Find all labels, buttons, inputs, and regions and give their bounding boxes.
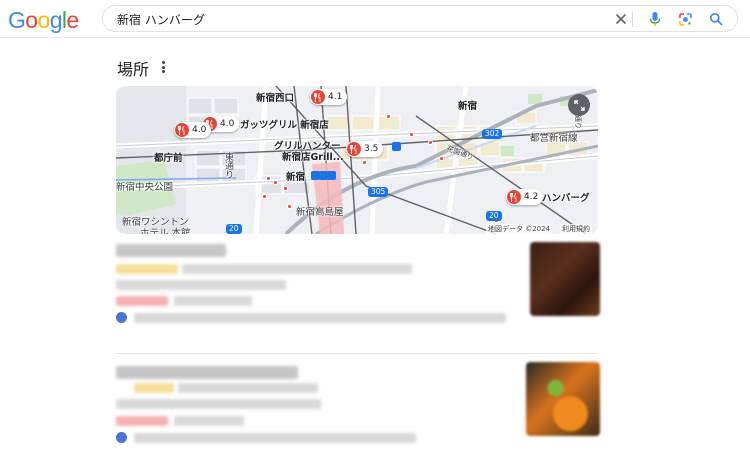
map-dot[interactable] xyxy=(266,176,271,181)
logo-letter: G xyxy=(8,7,26,33)
redacted-text xyxy=(116,399,321,409)
place-result[interactable] xyxy=(116,240,606,330)
map-label: ハンバーグ xyxy=(542,193,590,204)
place-thumbnail[interactable] xyxy=(526,362,600,436)
restaurant-pin[interactable]: 3.5 xyxy=(346,141,384,157)
map-label: 都庁前 xyxy=(154,153,183,164)
redacted-text xyxy=(134,313,506,323)
restaurant-icon xyxy=(507,190,521,204)
place-thumbnail[interactable] xyxy=(530,242,600,316)
restaurant-icon xyxy=(347,142,361,156)
map-dot[interactable] xyxy=(386,114,391,119)
route-badge: 305 xyxy=(368,187,389,197)
fullscreen-icon[interactable] xyxy=(568,94,590,116)
map-terms-link[interactable]: 利用規約 xyxy=(560,224,592,234)
restaurant-pin[interactable]: 4.0 xyxy=(174,122,212,138)
logo-letter: o xyxy=(25,7,38,33)
close-icon[interactable] xyxy=(612,10,630,28)
pin-rating: 4.2 xyxy=(524,192,539,202)
route-badge: 20 xyxy=(226,224,242,234)
more-vert-icon[interactable] xyxy=(158,60,168,74)
logo-letter: o xyxy=(37,7,51,33)
map-dot[interactable] xyxy=(287,204,292,209)
place-result[interactable] xyxy=(116,362,606,452)
redacted-text xyxy=(174,416,244,426)
pin-rating: 4.0 xyxy=(220,119,235,129)
google-logo[interactable]: Google xyxy=(8,7,79,34)
logo-letter: e xyxy=(66,7,79,33)
map-label: ホテル 本館 xyxy=(140,228,191,234)
search-input[interactable]: 新宿 ハンバーグ xyxy=(117,11,205,28)
map-dot[interactable] xyxy=(428,140,433,145)
redacted-text xyxy=(116,280,286,290)
map-label: 新宿中央公園 xyxy=(116,182,174,193)
places-map[interactable]: 新宿西口 新宿 ガッツグリル 新宿店 グリルハンター 新宿店Grill... 都… xyxy=(116,86,598,234)
map-label: ガッツグリル 新宿店 xyxy=(240,120,329,131)
result-divider xyxy=(116,353,598,354)
restaurant-pin[interactable]: 4.1 xyxy=(310,89,348,105)
search-header: Google 新宿 ハンバーグ xyxy=(0,0,750,38)
redacted-text xyxy=(116,244,226,257)
map-canvas xyxy=(116,86,598,234)
map-attribution: 地図データ ©2024 xyxy=(486,224,553,234)
redacted-text xyxy=(134,433,416,443)
redacted-text xyxy=(178,383,318,393)
pin-rating: 4.1 xyxy=(328,92,343,102)
restaurant-icon xyxy=(311,90,325,104)
map-label: 新宿店Grill... xyxy=(282,152,344,163)
lens-icon[interactable] xyxy=(676,10,694,28)
redacted-text xyxy=(116,366,298,379)
logo-letter: g xyxy=(49,7,63,33)
redacted-text xyxy=(134,383,174,393)
map-dot[interactable] xyxy=(283,186,288,191)
redacted-text xyxy=(174,296,252,306)
map-dot[interactable] xyxy=(262,194,267,199)
redacted-text xyxy=(116,296,168,306)
map-label: 新宿西口 xyxy=(256,93,295,104)
places-title: 場所 xyxy=(117,60,150,79)
route-badge: 302 xyxy=(482,129,503,139)
site-favicon xyxy=(116,432,127,443)
redacted-text xyxy=(182,264,412,274)
map-label: 新宿 xyxy=(286,172,306,183)
map-label: 東通り xyxy=(223,152,233,179)
microphone-icon[interactable] xyxy=(646,10,664,28)
map-dot[interactable] xyxy=(439,156,444,161)
map-label: 都営新宿線 xyxy=(530,133,578,144)
map-dot[interactable] xyxy=(409,132,414,137)
route-badge: 20 xyxy=(486,211,502,221)
map-dot[interactable] xyxy=(273,180,278,185)
search-box[interactable]: 新宿 ハンバーグ xyxy=(102,5,738,32)
pin-rating: 4.0 xyxy=(192,125,207,135)
search-divider xyxy=(632,12,633,27)
station-icon xyxy=(327,171,336,180)
map-label: 新宿高島屋 xyxy=(296,207,344,218)
restaurant-pin[interactable]: 4.2 xyxy=(506,189,544,205)
redacted-text xyxy=(116,416,168,426)
station-icon xyxy=(392,142,401,151)
search-icon[interactable] xyxy=(707,10,725,28)
site-favicon xyxy=(116,312,127,323)
map-label: 新宿 xyxy=(458,101,478,112)
pin-rating: 3.5 xyxy=(364,144,379,154)
redacted-text xyxy=(116,264,178,274)
restaurant-icon xyxy=(175,123,189,137)
map-dot[interactable] xyxy=(362,160,367,165)
